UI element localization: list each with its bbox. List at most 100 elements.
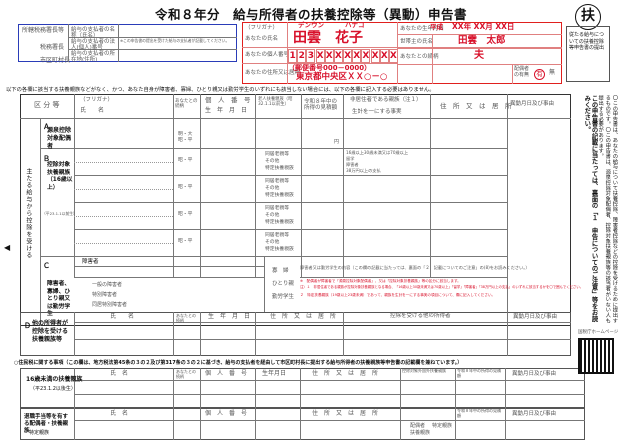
mynumber-label: あなたの個人番号 [245, 52, 290, 58]
note-line-2: 注）１ 非居住者である親族が控除対象扶養親族となる場合、「16歳以上30歳未満又… [300, 285, 584, 289]
birth-date[interactable]: XX年 XX月 XX日 [452, 22, 514, 32]
spouse-no-option[interactable]: 無 [549, 69, 555, 77]
c-note: 障害者又は勤労学生の内容（この欄の記載に当たっては、裏面の「２ 記載についてのご… [300, 265, 530, 270]
c-general[interactable]: 一般の障害者 [92, 282, 122, 289]
qr-label: 国税庁ホームページ [578, 330, 619, 335]
relation-value[interactable]: 夫 [474, 50, 484, 62]
rt-col-address: 住 所 又 は 居 所 [312, 370, 379, 377]
payer-name-label: 給与の支払者の名称（氏名） [71, 27, 116, 40]
col-birth: 生 年 月 日 [205, 107, 248, 114]
mynumber-digit[interactable]: X [352, 49, 362, 63]
applicant-name-label: あなたの氏名 [245, 36, 279, 42]
mynumber-digit[interactable]: X [388, 49, 398, 63]
d-col-birth: 生 年 月 日 [208, 313, 251, 320]
c-widow[interactable]: 寡 婦 [272, 268, 289, 274]
col-relation: あなたとの続柄 [175, 99, 198, 110]
rel-opt-b4-3[interactable]: 特定扶養親族 [265, 247, 294, 253]
nonres-opt-4[interactable]: 38万円以上の支払 [346, 168, 381, 174]
mynumber-digits[interactable]: 123XXXXXXXXX [288, 49, 398, 63]
furigana-sei[interactable]: デンウン [298, 21, 324, 29]
payer-address-input[interactable] [119, 50, 236, 61]
rt-col-income: 令和８年中の所得の見積額 [457, 368, 501, 378]
rt-col-birth: 生年月日 [262, 370, 287, 377]
mynumber-digit[interactable]: 2 [297, 49, 307, 63]
era-options-a[interactable]: 明・大 昭・平 [178, 132, 200, 143]
mynumber-digit[interactable]: X [333, 49, 343, 63]
birth-era[interactable]: 平成 [430, 23, 443, 31]
section-d-badge: Ｄ [24, 322, 31, 330]
yen-a: 円 [334, 139, 340, 145]
era-options-b3[interactable]: 昭・平 [178, 212, 192, 218]
payer-name-input[interactable] [119, 25, 236, 37]
tax-office-suffix: 税務署長 [40, 44, 65, 51]
secondary-submission-note: 従たる給与についての扶養控除等申告書の提出 [569, 32, 605, 51]
c-single[interactable]: ひとり親 [272, 281, 294, 287]
rel-opt-b2-2[interactable]: その他 [265, 186, 279, 192]
nonres-opt-1[interactable]: 16歳以上30歳未満又は70歳以上 [346, 150, 408, 156]
era-options-b4[interactable]: 昭・平 [178, 239, 192, 245]
col-furigana: （フリガナ） [80, 97, 114, 103]
rel-opt-b3-3[interactable]: 特定扶養親族 [265, 220, 294, 226]
rt2-col-mynumber: 個 人 番 号 [205, 410, 248, 417]
rel-opt-b1-1[interactable]: 同居老親等 [265, 152, 289, 158]
payer-number-input[interactable]: ※この申告書の提出を受けた給与の支払者が記載してください。 [119, 38, 236, 49]
opt-spouse[interactable]: 配偶者 [410, 423, 425, 430]
section-side-label: 主たる給与から控除を受ける [24, 168, 32, 259]
d-col-other: 控除を受ける他の所得者 [390, 313, 451, 319]
d-col-change: 異動月日及び事由 [513, 314, 558, 320]
mynumber-digit[interactable]: X [379, 49, 389, 63]
rt-col-mynumber: 個 人 番 号 [205, 370, 248, 377]
opt-specific[interactable]: 特定親族 [432, 423, 452, 430]
rel-opt-b3-1[interactable]: 同居老親等 [265, 206, 289, 212]
era-options-b2[interactable]: 昭・平 [178, 185, 192, 191]
col-category: 区 分 等 [34, 101, 60, 109]
city-office-suffix: 市区町村長 [40, 57, 71, 64]
rt-col-name: 氏 名 [110, 370, 129, 377]
resident-tax-header: ○住民税に関する事項（この欄は、地方税法第45条の３の２及び第317条の３の２に… [14, 360, 463, 366]
postal-code[interactable]: （郵便番号000－0000） [288, 64, 371, 72]
col-address: 住 所 又 は 居 所 [440, 102, 512, 110]
era-options-b1[interactable]: 昭・平 [178, 158, 192, 164]
furigana-mei[interactable]: ハナコ [345, 21, 365, 29]
spouse-yes-option[interactable]: 有 [534, 69, 545, 80]
qr-code[interactable] [578, 338, 614, 374]
rel-opt-b3-2[interactable]: その他 [265, 213, 279, 219]
rel-opt-b4-1[interactable]: 同居老親等 [265, 233, 289, 239]
applicant-name[interactable]: 田雲 花子 [293, 30, 363, 46]
rt2-col-name: 氏 名 [110, 410, 129, 417]
rel-opt-b1-2[interactable]: その他 [265, 159, 279, 165]
applicant-address[interactable]: 東京都中央区ＸＸ○－○ [296, 72, 387, 83]
mynumber-digit[interactable]: X [343, 49, 353, 63]
rel-opt-b2-3[interactable]: 特定扶養親族 [265, 193, 294, 199]
rel-opt-b4-2[interactable]: その他 [265, 240, 279, 246]
c-special[interactable]: 特別障害者 [92, 292, 117, 299]
section-a-label: 源泉控除対象配偶者 [47, 127, 72, 150]
c-cohab[interactable]: 同居特別障害者 [92, 302, 127, 309]
section-c-badge: Ｃ [43, 262, 50, 270]
spouse-label: 配偶者の有無 [514, 66, 530, 78]
mynumber-digit[interactable]: X [315, 49, 325, 63]
mynumber-digit[interactable]: 3 [306, 49, 316, 63]
section-b-label: 控除対象扶養親族（16歳以上） [47, 162, 73, 191]
tax-office-label: 所轄税務署長等 [22, 27, 65, 34]
furigana-label: （フリガナ） [245, 25, 279, 31]
householder-name[interactable]: 田雲 太郎 [458, 35, 506, 47]
mynumber-digit[interactable]: 1 [288, 49, 298, 63]
rt-col-nonres: 控除対象外国外扶養親族 [402, 368, 446, 373]
left-marker-icon: ◀ [4, 243, 11, 252]
mynumber-digit[interactable]: X [370, 49, 380, 63]
under16-sub: （平23.1.2以後生） [30, 386, 76, 392]
mynumber-digit[interactable]: X [324, 49, 334, 63]
payer-number-label: 給与の支払者の法人(個人)番号 [71, 39, 116, 52]
rel-opt-b1-3[interactable]: 特定扶養親族 [265, 166, 294, 172]
col-name: 氏 名 [80, 107, 105, 114]
col-income: 令和８年中の所得の見積額 [304, 99, 338, 112]
c-disability[interactable]: 障害者 [82, 259, 99, 265]
opt-family[interactable]: 扶養親族 [410, 430, 430, 437]
rel-opt-b2-1[interactable]: 同居老親等 [265, 179, 289, 185]
c-student[interactable]: 勤労学生 [272, 294, 294, 300]
rt-col-change: 異動月日及び事由 [512, 371, 557, 377]
mynumber-digit[interactable]: X [361, 49, 371, 63]
payer-number-note: ※この申告書の提出を受けた給与の支払者が記載してください。 [120, 38, 230, 43]
col-mynumber: 個 人 番 号 [205, 96, 251, 104]
